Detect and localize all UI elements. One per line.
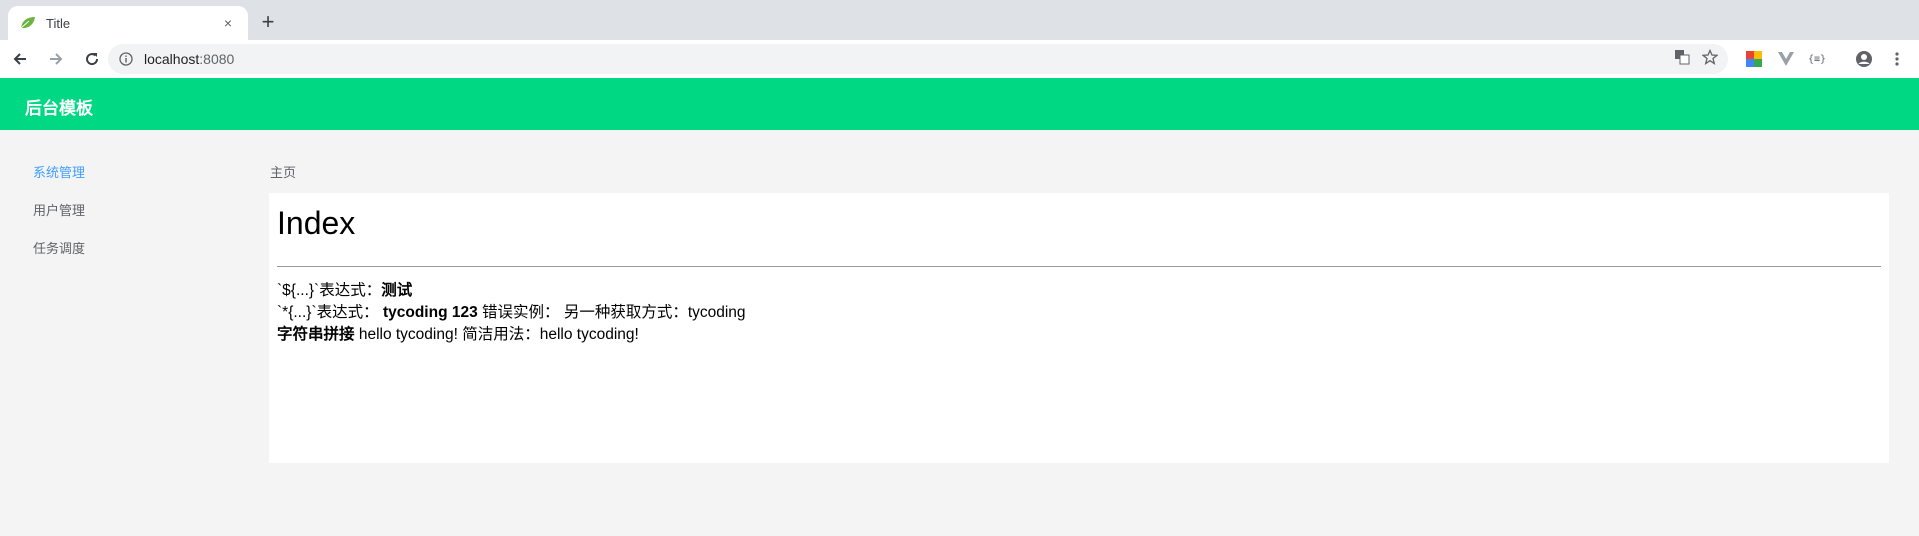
browser-toolbar: localhost:8080 {≡} (0, 40, 1919, 78)
leaf-icon (20, 15, 36, 31)
line1-label: `${...}`表达式： (277, 282, 382, 299)
app-header: 后台模板 (0, 78, 1919, 130)
tab-title: Title (46, 15, 71, 31)
close-icon[interactable]: × (220, 15, 236, 31)
content-line-2: `*{...}`表达式： tycoding 123 错误实例： 另一种获取方式：… (277, 300, 746, 322)
content-card: Index `${...}`表达式：测试 `*{...}`表达式： tycodi… (269, 193, 1889, 463)
line3-rest: hello tycoding! 简洁用法：hello tycoding! (354, 326, 639, 343)
brand-title: 后台模板 (25, 99, 93, 118)
back-icon[interactable] (4, 43, 36, 75)
line2-label: `*{...}`表达式： (277, 304, 379, 321)
sidebar-item-system[interactable]: 系统管理 (33, 162, 85, 181)
line2-value: tycoding 123 (382, 304, 478, 321)
address-bar[interactable]: localhost:8080 (108, 44, 1728, 74)
extension-json-icon[interactable]: {≡} (1806, 48, 1828, 70)
line1-value: 测试 (381, 282, 413, 299)
translate-icon[interactable] (1674, 49, 1690, 70)
line2-rest: 错误实例： 另一种获取方式：tycoding (477, 304, 746, 321)
url-port: :8080 (199, 51, 235, 67)
breadcrumb[interactable]: 主页 (270, 162, 296, 181)
star-icon[interactable] (1701, 48, 1719, 70)
extension-colorful-icon[interactable] (1743, 48, 1765, 70)
sidebar-item-scheduler[interactable]: 任务调度 (33, 238, 85, 257)
sidebar-item-users[interactable]: 用户管理 (33, 200, 85, 219)
profile-icon[interactable] (1853, 48, 1875, 70)
reload-icon[interactable] (76, 43, 108, 75)
content-line-1: `${...}`表达式：测试 (277, 278, 412, 300)
info-icon[interactable] (118, 51, 134, 67)
new-tab-button[interactable]: + (256, 9, 280, 34)
content-line-3: 字符串拼接 hello tycoding! 简洁用法：hello tycodin… (277, 322, 639, 344)
extension-vue-icon[interactable] (1775, 48, 1797, 70)
browser-tabstrip: Title × + (0, 0, 1919, 40)
forward-icon[interactable] (40, 43, 72, 75)
url-host: localhost (144, 51, 200, 67)
line3-label: 字符串拼接 (277, 326, 355, 343)
divider (277, 266, 1881, 267)
page-title: Index (277, 205, 356, 241)
browser-tab[interactable]: Title × (8, 6, 248, 40)
menu-icon[interactable] (1886, 48, 1908, 70)
url-text: localhost:8080 (144, 51, 234, 67)
